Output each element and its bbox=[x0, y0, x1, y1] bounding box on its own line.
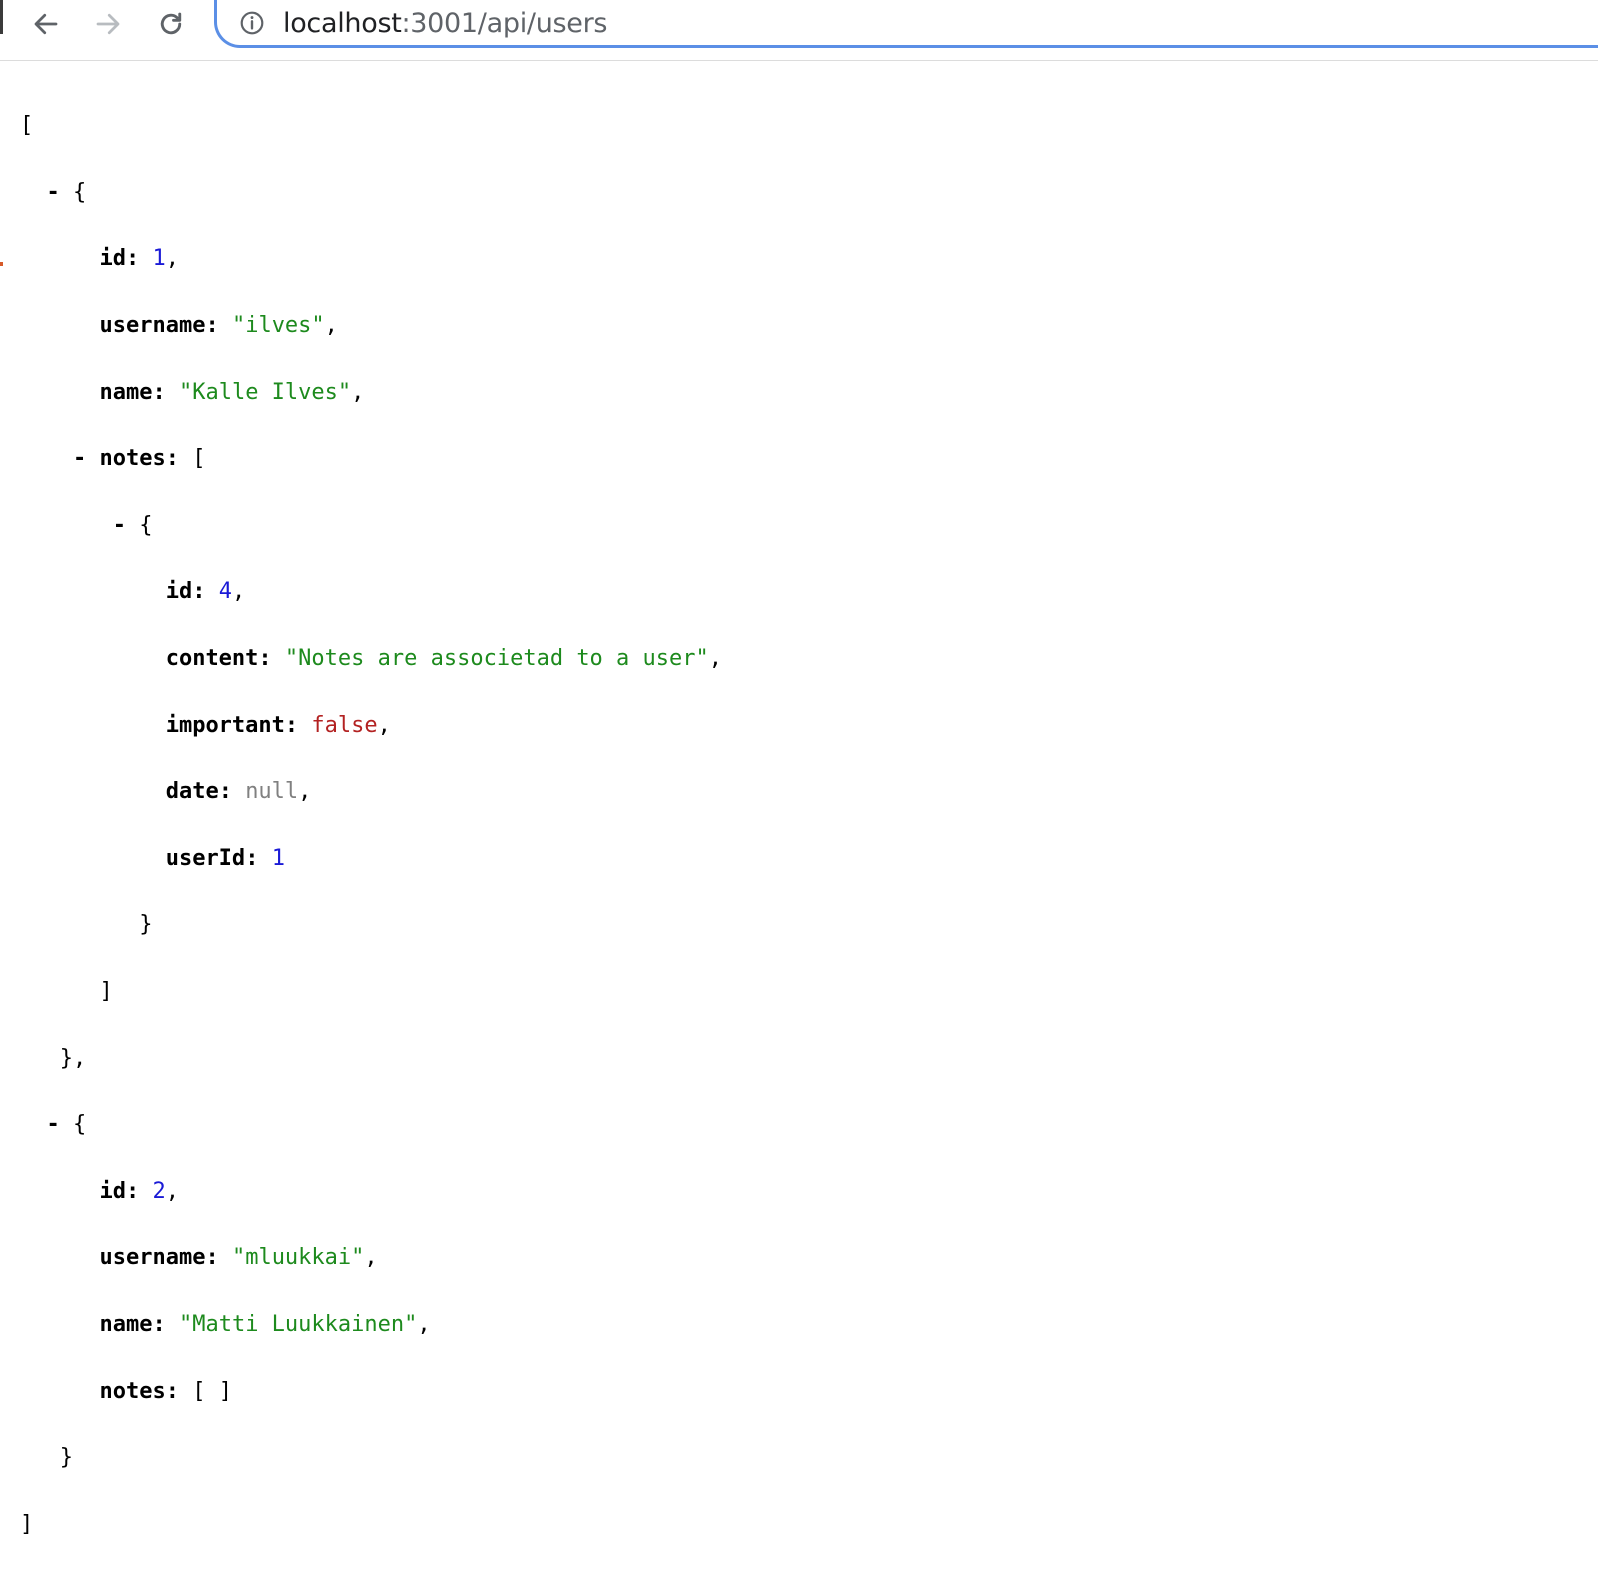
url-host: localhost bbox=[283, 8, 402, 39]
json-key: date bbox=[165, 779, 219, 805]
json-line: }, bbox=[59, 1045, 87, 1071]
json-line: - { bbox=[112, 512, 153, 538]
json-line: - { bbox=[46, 179, 87, 205]
json-line: ] bbox=[99, 979, 113, 1005]
json-key: important bbox=[165, 712, 285, 738]
json-line: id: 1, bbox=[99, 246, 179, 272]
json-line: username: "mluukkai", bbox=[99, 1245, 378, 1271]
url-text[interactable]: localhost:3001/api/users bbox=[283, 8, 607, 39]
json-viewer: [ - { id: 1, username: "ilves", name: "K… bbox=[20, 76, 722, 1574]
url-path: :3001/api/users bbox=[401, 8, 608, 39]
collapse-toggle[interactable]: - bbox=[47, 1112, 60, 1137]
collapse-toggle[interactable]: - bbox=[113, 513, 126, 538]
address-bar[interactable]: localhost:3001/api/users bbox=[214, 0, 1598, 48]
reload-button[interactable] bbox=[153, 6, 189, 42]
json-key: id bbox=[99, 1178, 126, 1204]
json-value: "Matti Luukkainen" bbox=[178, 1311, 418, 1337]
collapse-toggle[interactable]: - bbox=[47, 180, 60, 205]
json-line: id: 4, bbox=[165, 579, 246, 605]
json-key: content bbox=[165, 646, 259, 672]
json-line: content: "Notes are associetad to a user… bbox=[165, 646, 723, 672]
json-line: notes: [ ] bbox=[99, 1378, 232, 1404]
window-edge-accent bbox=[0, 262, 3, 266]
json-line: userId: 1 bbox=[165, 845, 285, 871]
collapse-toggle[interactable]: - bbox=[73, 446, 86, 471]
reload-icon bbox=[160, 12, 182, 35]
json-value: "ilves" bbox=[231, 313, 325, 339]
json-line: - { bbox=[46, 1112, 87, 1138]
json-value: false bbox=[311, 712, 378, 738]
json-value: [ ] bbox=[192, 1378, 232, 1404]
json-line: id: 2, bbox=[99, 1178, 179, 1204]
json-value: "mluukkai" bbox=[231, 1245, 365, 1271]
json-value: null bbox=[245, 779, 299, 805]
window-edge bbox=[0, 0, 3, 34]
json-value: 1 bbox=[152, 246, 166, 272]
json-line: } bbox=[139, 912, 153, 938]
json-key: name bbox=[99, 1311, 153, 1337]
arrow-right-icon bbox=[96, 13, 120, 35]
forward-button[interactable] bbox=[90, 6, 126, 42]
json-line: ] bbox=[20, 1511, 34, 1537]
json-key: name bbox=[99, 379, 153, 405]
json-key: id bbox=[165, 579, 193, 605]
json-line: name: "Matti Luukkainen", bbox=[99, 1311, 431, 1337]
json-line: - notes: [ bbox=[72, 446, 206, 472]
json-line: name: "Kalle Ilves", bbox=[99, 379, 365, 405]
json-line: [ bbox=[20, 113, 34, 139]
back-button[interactable] bbox=[28, 6, 64, 42]
browser-toolbar: localhost:3001/api/users bbox=[0, 0, 1598, 61]
json-value: 4 bbox=[218, 579, 232, 605]
json-key: username bbox=[99, 1245, 206, 1271]
json-value: "Notes are associetad to a user" bbox=[284, 646, 709, 672]
json-key: id bbox=[99, 246, 126, 272]
json-key: username bbox=[99, 313, 206, 339]
json-value: "Kalle Ilves" bbox=[178, 379, 352, 405]
json-line: important: false, bbox=[165, 712, 391, 738]
json-value: 1 bbox=[271, 845, 285, 871]
json-line: } bbox=[59, 1445, 73, 1471]
info-icon[interactable] bbox=[239, 10, 265, 36]
json-line: username: "ilves", bbox=[99, 313, 338, 339]
json-line: date: null, bbox=[165, 779, 312, 805]
json-key: userId bbox=[165, 845, 246, 871]
arrow-left-icon bbox=[34, 13, 58, 35]
json-key: notes bbox=[99, 446, 166, 472]
json-key: notes bbox=[99, 1378, 166, 1404]
json-value: 2 bbox=[152, 1178, 166, 1204]
